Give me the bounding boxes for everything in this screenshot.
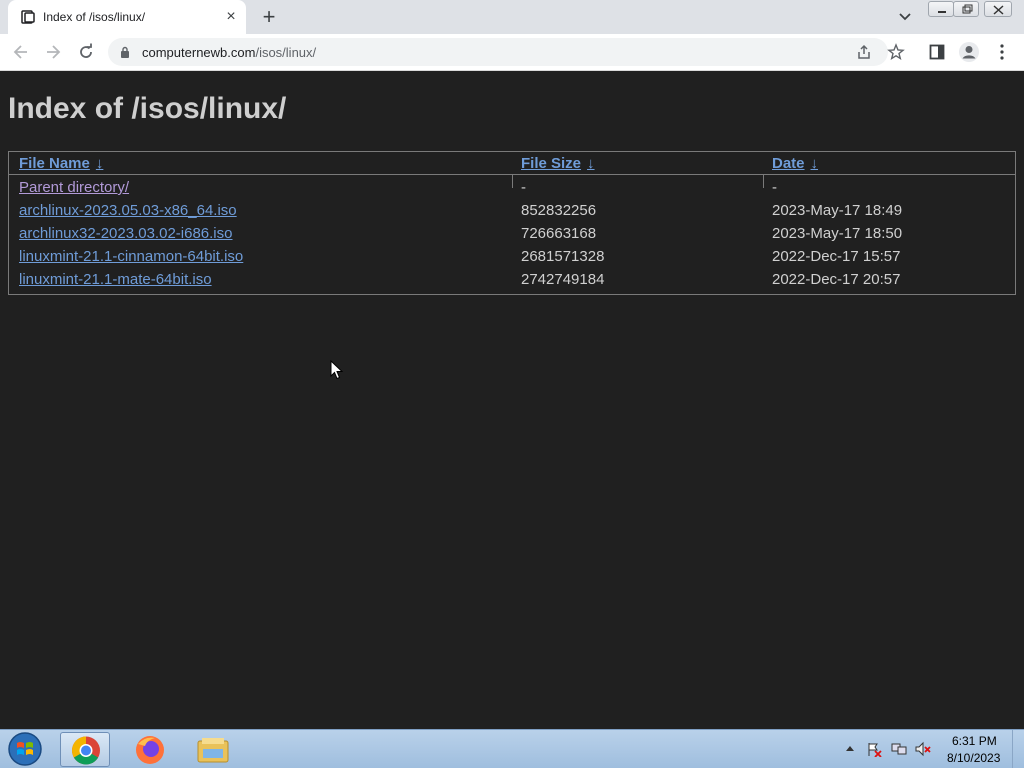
lock-icon[interactable] <box>120 46 130 58</box>
action-center-flag-icon[interactable] <box>866 741 882 757</box>
tab-close-icon[interactable]: × <box>223 9 239 25</box>
reload-icon[interactable] <box>76 42 96 62</box>
file-size-cell: 2681571328 <box>521 248 605 265</box>
side-panel-icon[interactable] <box>929 44 945 60</box>
date-cell: - <box>772 179 777 196</box>
browser-toolbar: computernewb.com/isos/linux/ <box>0 34 1024 71</box>
share-icon[interactable] <box>856 44 872 60</box>
table-row: archlinux32-2023.03.02-i686.iso 72666316… <box>9 222 1015 245</box>
network-icon[interactable] <box>891 741 907 757</box>
mouse-cursor-icon <box>330 360 344 380</box>
more-menu-icon[interactable] <box>997 43 1007 61</box>
file-explorer-icon <box>197 738 229 763</box>
tab-search-chevron-icon[interactable] <box>896 9 914 25</box>
file-link[interactable]: archlinux32-2023.03.02-i686.iso <box>19 225 232 242</box>
sort-arrow-icon: ↓ <box>810 155 819 172</box>
date-cell: 2023-May-17 18:49 <box>772 202 903 219</box>
table-header: File Name ↓ File Size ↓ Date ↓ <box>9 152 1015 175</box>
bookmark-star-icon[interactable] <box>887 43 905 61</box>
sort-arrow-icon: ↓ <box>587 155 595 172</box>
volume-muted-icon[interactable] <box>915 741 931 757</box>
page-title: Index of /isos/linux/ <box>8 92 287 125</box>
url-text[interactable]: computernewb.com/isos/linux/ <box>142 45 316 60</box>
date-cell: 2023-May-17 18:50 <box>772 225 903 242</box>
windows-start-orb-icon[interactable] <box>6 731 44 767</box>
taskbar-firefox-button[interactable] <box>125 732 175 767</box>
person-icon <box>962 46 976 59</box>
address-bar[interactable]: computernewb.com/isos/linux/ <box>108 38 905 66</box>
column-header-file-name[interactable]: File Name ↓ <box>19 155 103 172</box>
clock-date[interactable]: 8/10/2023 <box>947 751 1000 765</box>
file-link[interactable]: linuxmint-21.1-mate-64bit.iso <box>19 271 212 288</box>
url-path: /isos/linux/ <box>255 45 317 60</box>
back-arrow-icon[interactable] <box>11 42 31 62</box>
file-listing-table: File Name ↓ File Size ↓ Date ↓ Parent direc… <box>8 151 1016 295</box>
site-favicon-icon <box>21 10 35 24</box>
file-link[interactable]: linuxmint-21.1-cinnamon-64bit.iso <box>19 248 243 265</box>
browser-tab[interactable]: Index of /isos/linux/ × <box>8 0 246 34</box>
clock-time[interactable]: 6:31 PM <box>952 734 997 748</box>
forward-arrow-icon[interactable] <box>43 42 63 62</box>
file-size-cell: 726663168 <box>521 225 597 242</box>
minimize-icon <box>938 11 946 13</box>
firefox-icon <box>136 736 164 764</box>
show-hidden-icons-arrow-icon[interactable] <box>845 744 855 752</box>
close-icon <box>993 5 1004 15</box>
show-desktop-button[interactable] <box>1012 730 1024 768</box>
tab-title: Index of /isos/linux/ <box>43 10 146 24</box>
column-header-date[interactable]: Date ↓ <box>772 155 818 172</box>
url-host: computernewb.com <box>142 45 256 60</box>
file-size-cell: 852832256 <box>521 202 597 219</box>
table-row: Parent directory/ - - <box>9 176 1015 199</box>
date-cell: 2022-Dec-17 15:57 <box>772 248 901 265</box>
table-row: linuxmint-21.1-cinnamon-64bit.iso 268157… <box>9 245 1015 268</box>
file-link[interactable]: archlinux-2023.05.03-x86_64.iso <box>19 202 237 219</box>
date-header-label: Date <box>772 155 805 172</box>
tab-strip: Index of /isos/linux/ × + <box>0 0 1024 34</box>
taskbar-chrome-button[interactable] <box>60 732 110 767</box>
file-size-cell: 2742749184 <box>521 271 605 288</box>
date-cell: 2022-Dec-17 20:57 <box>772 271 901 288</box>
new-tab-button[interactable]: + <box>260 6 278 28</box>
restore-icon <box>962 4 973 14</box>
column-header-file-size[interactable]: File Size ↓ <box>521 155 595 172</box>
windows-taskbar: 6:31 PM 8/10/2023 <box>0 729 1024 768</box>
file-size-header-label: File Size <box>521 155 582 172</box>
taskbar-explorer-button[interactable] <box>188 732 238 767</box>
chrome-icon <box>72 736 100 765</box>
file-name-header-label: File Name <box>19 155 90 172</box>
window-restore-button[interactable] <box>953 1 979 17</box>
table-row: archlinux-2023.05.03-x86_64.iso 85283225… <box>9 199 1015 222</box>
sort-arrow-icon: ↓ <box>95 155 104 172</box>
window-close-button[interactable] <box>984 1 1012 17</box>
page-content: Index of /isos/linux/ File Name ↓ File Si… <box>0 72 1024 729</box>
profile-avatar-icon[interactable] <box>959 42 979 62</box>
window-minimize-button[interactable] <box>928 1 954 17</box>
table-row: linuxmint-21.1-mate-64bit.iso 2742749184… <box>9 268 1015 291</box>
file-size-cell: - <box>521 179 526 196</box>
parent-directory-link[interactable]: Parent directory/ <box>19 179 129 196</box>
